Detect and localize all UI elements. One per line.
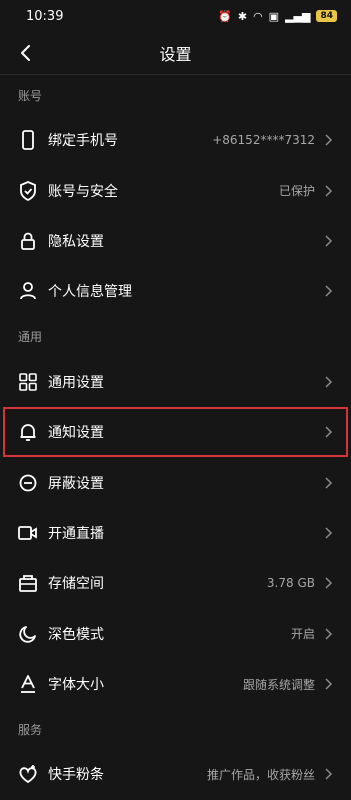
chevron-right-icon — [325, 628, 333, 640]
chevron-right-icon — [325, 477, 333, 489]
video-camera-icon — [18, 523, 38, 543]
chevron-right-icon — [325, 134, 333, 146]
status-time: 10:39 — [26, 8, 64, 24]
top-bar: 设置 — [0, 32, 351, 74]
row-privacy[interactable]: 隐私设置 — [0, 216, 351, 266]
alarm-icon: ⏰ — [218, 9, 232, 23]
row-personal-info[interactable]: 个人信息管理 — [0, 266, 351, 316]
row-general-settings[interactable]: 通用设置 — [0, 357, 351, 407]
row-fans[interactable]: 快手粉条 推广作品，收获粉丝 — [0, 749, 351, 799]
row-font-size[interactable]: 字体大小 跟随系统调整 — [0, 659, 351, 709]
back-button[interactable] — [14, 40, 40, 66]
row-value: 已保护 — [278, 184, 315, 199]
mute-icon: ✱ — [237, 9, 248, 23]
row-value: +86152****7312 — [212, 133, 315, 148]
row-bind-phone[interactable]: 绑定手机号 +86152****7312 — [0, 115, 351, 165]
row-label: 字体大小 — [48, 677, 104, 694]
signal-icon: ▂▄▆ — [285, 9, 311, 23]
row-label: 隐私设置 — [48, 233, 104, 250]
row-block[interactable]: 屏蔽设置 — [0, 457, 351, 507]
battery-icon: 84 — [316, 10, 337, 22]
wifi-icon: ◠ — [253, 9, 263, 23]
grid-icon — [18, 372, 38, 392]
section-general: 通用 — [18, 330, 43, 345]
section-account: 账号 — [18, 88, 43, 103]
chevron-right-icon — [325, 376, 333, 388]
bell-icon — [18, 422, 38, 442]
row-label: 账号与安全 — [48, 183, 118, 200]
chevron-right-icon — [325, 235, 333, 247]
row-label: 快手粉条 — [48, 767, 104, 784]
page-title: 设置 — [159, 45, 192, 64]
font-a-icon — [18, 674, 38, 694]
row-label: 开通直播 — [48, 525, 104, 542]
status-icons: ⏰ ✱ ◠ ▣ ▂▄▆ 84 — [218, 10, 337, 23]
lock-icon — [18, 231, 38, 251]
chevron-left-icon — [21, 45, 30, 61]
row-label: 深色模式 — [48, 626, 104, 643]
user-icon — [18, 281, 38, 301]
row-value: 3.78 GB — [266, 576, 315, 591]
row-value: 开启 — [290, 627, 315, 642]
row-account-security[interactable]: 账号与安全 已保护 — [0, 165, 351, 215]
section-service: 服务 — [18, 722, 43, 737]
row-notifications[interactable]: 通知设置 — [3, 406, 348, 458]
status-bar: 10:39 ⏰ ✱ ◠ ▣ ▂▄▆ 84 — [0, 0, 351, 32]
chevron-right-icon — [325, 768, 333, 781]
storage-box-icon — [18, 573, 38, 593]
row-dark-mode[interactable]: 深色模式 开启 — [0, 609, 351, 659]
fans-boost-icon — [18, 764, 38, 784]
row-value: 推广作品，收获粉丝 — [206, 767, 315, 782]
chevron-right-icon — [325, 577, 333, 589]
shield-check-icon — [18, 180, 38, 201]
row-value: 跟随系统调整 — [242, 677, 315, 692]
row-label: 通用设置 — [48, 374, 104, 391]
row-storage[interactable]: 存储空间 3.78 GB — [0, 558, 351, 608]
chevron-right-icon — [325, 426, 333, 438]
row-label: 绑定手机号 — [48, 133, 118, 150]
chevron-right-icon — [325, 678, 333, 690]
chevron-right-icon — [325, 527, 333, 539]
moon-icon — [18, 624, 38, 644]
block-icon — [18, 473, 38, 493]
phone-icon — [18, 130, 38, 151]
row-live[interactable]: 开通直播 — [0, 508, 351, 558]
chevron-right-icon — [325, 185, 333, 197]
row-label: 存储空间 — [48, 576, 104, 593]
chevron-right-icon — [325, 285, 333, 297]
row-label: 屏蔽设置 — [48, 475, 104, 492]
sim-icon: ▣ — [268, 9, 280, 23]
row-label: 通知设置 — [48, 425, 104, 442]
row-label: 个人信息管理 — [48, 284, 132, 301]
